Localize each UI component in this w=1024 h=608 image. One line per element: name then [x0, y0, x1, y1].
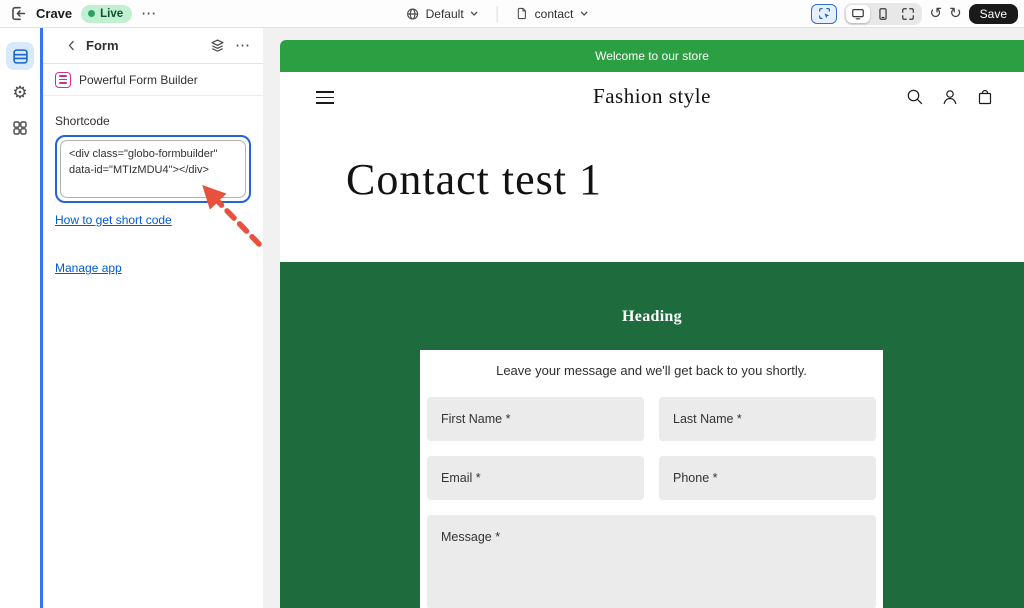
- globe-icon: [406, 7, 420, 21]
- fullscreen-view-button[interactable]: [896, 5, 920, 23]
- panel-more-icon[interactable]: ⋯: [235, 38, 251, 53]
- live-badge: Live: [81, 5, 132, 23]
- chevron-down-icon: [579, 9, 588, 18]
- panel-title: Form: [86, 38, 200, 53]
- site-header: Fashion style: [280, 72, 1024, 122]
- live-dot-icon: [88, 10, 95, 17]
- announcement-text: Welcome to our store: [595, 49, 709, 63]
- page-title: Contact test 1: [346, 154, 602, 205]
- sections-tab[interactable]: [6, 42, 34, 70]
- search-icon[interactable]: [906, 88, 924, 106]
- page-hero: Contact test 1: [280, 122, 1024, 262]
- page-label: contact: [535, 7, 574, 21]
- account-icon[interactable]: [941, 88, 959, 106]
- editor-rail: ⚙: [0, 28, 40, 608]
- undo-button[interactable]: ↺: [929, 6, 942, 21]
- app-row: Powerful Form Builder: [43, 64, 263, 96]
- mobile-view-button[interactable]: [871, 5, 895, 23]
- page-selector[interactable]: contact: [510, 4, 595, 24]
- form-builder-app-icon: [55, 72, 71, 88]
- redo-button[interactable]: ↻: [949, 6, 962, 21]
- first-name-input[interactable]: First Name *: [427, 397, 644, 441]
- topbar: Crave Live ⋯ Default: [0, 0, 1024, 28]
- exit-editor-icon[interactable]: [10, 5, 27, 22]
- section-heading: Heading: [280, 308, 1024, 326]
- app-embeds-tab[interactable]: [6, 114, 34, 142]
- cart-icon[interactable]: [976, 88, 994, 106]
- manage-app-link[interactable]: Manage app: [55, 261, 122, 275]
- panel-body: Shortcode <div class="globo-formbuilder"…: [43, 96, 263, 289]
- settings-panel: Form ⋯ Powerful Form Builder Shortcode <…: [40, 28, 263, 608]
- theme-editor: Crave Live ⋯ Default: [0, 0, 1024, 608]
- desktop-view-button[interactable]: [846, 5, 870, 23]
- contact-form-card: Leave your message and we'll get back to…: [420, 350, 883, 608]
- shortcode-label: Shortcode: [55, 114, 251, 128]
- store-preview: Welcome to our store Fashion style Conta…: [280, 40, 1024, 608]
- panel-header: Form ⋯: [43, 28, 263, 64]
- phone-input[interactable]: Phone *: [659, 456, 876, 500]
- more-menu-icon[interactable]: ⋯: [141, 6, 157, 21]
- page-icon: [516, 7, 529, 20]
- locale-selector[interactable]: Default: [400, 4, 485, 24]
- email-input[interactable]: Email *: [427, 456, 644, 500]
- stack-icon[interactable]: [210, 38, 225, 53]
- message-input[interactable]: Message *: [427, 515, 876, 608]
- theme-settings-tab[interactable]: ⚙: [6, 78, 34, 106]
- app-name: Powerful Form Builder: [79, 73, 198, 87]
- device-preview-toggle: [844, 3, 922, 25]
- form-subtitle: Leave your message and we'll get back to…: [427, 363, 876, 378]
- form-grid: First Name * Last Name * Email * Phone *…: [427, 397, 876, 608]
- locale-label: Default: [426, 7, 464, 21]
- announcement-bar: Welcome to our store: [280, 40, 1024, 72]
- chevron-down-icon: [470, 9, 479, 18]
- save-button[interactable]: Save: [969, 4, 1018, 24]
- shortcode-field[interactable]: <div class="globo-formbuilder" data-id="…: [55, 135, 251, 203]
- divider: [497, 6, 498, 22]
- shortcode-value[interactable]: <div class="globo-formbuilder" data-id="…: [60, 140, 246, 198]
- theme-name: Crave: [36, 6, 72, 21]
- last-name-input[interactable]: Last Name *: [659, 397, 876, 441]
- form-section: Heading Leave your message and we'll get…: [280, 262, 1024, 608]
- back-icon[interactable]: [65, 39, 78, 52]
- how-to-get-shortcode-link[interactable]: How to get short code: [55, 213, 172, 227]
- inspect-mode-button[interactable]: [811, 4, 837, 24]
- gear-icon: ⚙: [12, 84, 27, 101]
